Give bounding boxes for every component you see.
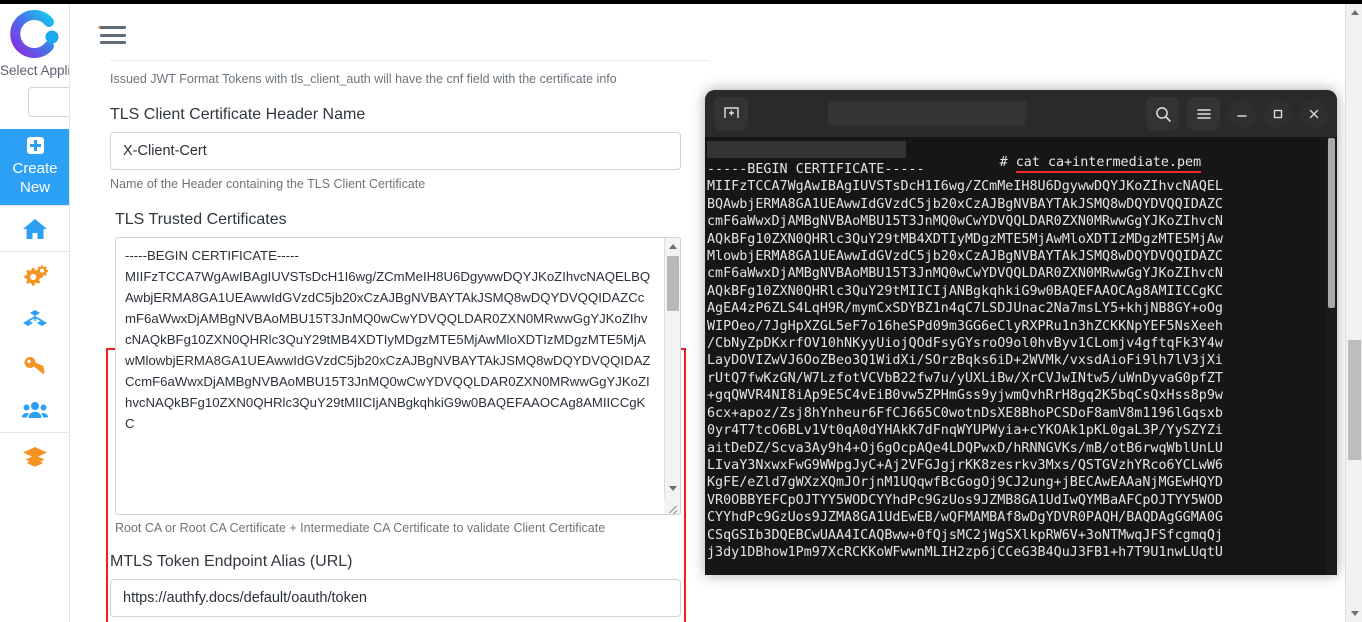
- page-scroll-down-arrow[interactable]: [1346, 605, 1362, 622]
- textarea-scroll-thumb[interactable]: [667, 256, 679, 311]
- terminal-output: -----BEGIN CERTIFICATE----- MIIFzTCCA7WgA…: [707, 161, 1337, 561]
- terminal-output-line: rUtQ7fwKzGN/W7LzfotVCVbB22fw7u/yUXLiBw/X…: [707, 370, 1223, 386]
- terminal-output-line: AQkBFg10ZXN0QHRlc3QuY29tMIICIjANBgkqhkiG…: [707, 283, 1223, 299]
- textarea-scrollbar[interactable]: [664, 238, 680, 514]
- terminal-output-line: cmF6aWwxDjAMBgNVBAoMBU15T3JnMQ0wCwYDVQQL…: [707, 266, 1223, 282]
- nav-group-home: [0, 206, 69, 251]
- terminal-output-line: 6cx+apoz/Zsj8hYnheur6FfCJ665C0wotnDsXE8B…: [707, 405, 1223, 421]
- terminal-prompt-row: # cat ca+intermediate.pem: [707, 140, 1337, 173]
- terminal-output-line: BQAwbjERMA8GA1UEAwwIdGVzdC5jb20xCzAJBgNV…: [707, 196, 1223, 212]
- trusted-certificates-field: -----BEGIN CERTIFICATE----- MIIFzTCCA7Wg…: [110, 237, 681, 515]
- left-sidebar: Select Application def Create New: [0, 4, 70, 622]
- terminal-output-line: VR0OBBYEFCpOJTYY5WODCYYhdPc9GzUos9JZMB8G…: [707, 492, 1223, 508]
- textarea-resize-grip[interactable]: [664, 498, 680, 514]
- terminal-output-line: WIPOeo/7JgHpXZGL5eF7o16heSPd09m3GG6eClyR…: [707, 318, 1223, 334]
- terminal-command: cat ca+intermediate.pem: [1015, 155, 1202, 173]
- terminal-scrollbar[interactable]: [1327, 137, 1336, 575]
- hamburger-menu[interactable]: [100, 26, 126, 44]
- trusted-certificates-textarea[interactable]: -----BEGIN CERTIFICATE----- MIIFzTCCA7Wg…: [115, 237, 681, 515]
- terminal-output-line: aitDeDZ/Scva3Ay9h4+Oj6gOcpAQe4LDQPwxD/hR…: [707, 440, 1223, 456]
- page-scrollbar[interactable]: [1345, 4, 1362, 622]
- page-scroll-thumb[interactable]: [1348, 340, 1361, 460]
- terminal-window[interactable]: # cat ca+intermediate.pem -----BEGIN CER…: [705, 90, 1337, 575]
- hamburger-icon[interactable]: [1187, 97, 1220, 130]
- select-application-label: Select Application: [0, 63, 70, 78]
- sidebar-item-tokens[interactable]: [0, 342, 69, 387]
- terminal-output-line: cmF6aWwxDjAMBgNVBAoMBU15T3JnMQ0wCwYDVQQL…: [707, 214, 1223, 230]
- terminal-output-line: MlowbjERMA8GA1UEAwwIdGVzdC5jb20xCzAJBgNV…: [707, 249, 1223, 265]
- trusted-certificates-group: TLS Trusted Certificates -----BEGIN CERT…: [106, 211, 710, 622]
- trusted-certificates-help: Root CA or Root CA Certificate + Interme…: [115, 521, 606, 535]
- terminal-output-line: KgFE/eZld7gWXzXQmJOrjnM1UQqwfBcGogOj9CJ2…: [707, 475, 1223, 491]
- screen-root: Select Application def Create New: [0, 0, 1362, 622]
- terminal-titlebar: [705, 90, 1337, 137]
- trusted-certificates-value: -----BEGIN CERTIFICATE----- MIIFzTCCA7Wg…: [125, 248, 651, 431]
- close-icon[interactable]: [1300, 99, 1328, 128]
- plus-icon: [26, 137, 44, 154]
- terminal-window-controls: [1146, 97, 1328, 130]
- app-logo[interactable]: [0, 4, 69, 60]
- terminal-title-redacted: [828, 101, 1026, 126]
- minimize-glyph: [1237, 114, 1247, 117]
- sidebar-item-home[interactable]: [0, 206, 69, 251]
- sidebar-item-users[interactable]: [0, 387, 69, 432]
- settings-form: Issued JWT Format Tokens with tls_client…: [106, 60, 710, 622]
- terminal-output-line: +gqQWVR4NI8iAp9E5C4vEiB0vw5ZPHmGss9yjwmQ…: [707, 388, 1223, 404]
- terminal-prompt-redaction: [707, 141, 906, 158]
- home-icon: [22, 218, 47, 239]
- terminal-output-line: /CbNyZpDKxrfOV10hNKyyUiojQOdFsyGYsroO9ol…: [707, 336, 1223, 352]
- terminal-command-line: # cat ca+intermediate.pem: [919, 140, 1202, 185]
- textarea-scroll-down-arrow[interactable]: [665, 480, 680, 496]
- terminal-body[interactable]: # cat ca+intermediate.pem -----BEGIN CER…: [705, 137, 1337, 575]
- minimize-icon[interactable]: [1228, 99, 1256, 128]
- hamburger-bar-1: [100, 26, 126, 29]
- page-scroll-up-arrow[interactable]: [1346, 4, 1362, 21]
- hamburger-bar-2: [100, 33, 126, 37]
- layers-icon: [22, 446, 47, 467]
- terminal-output-line: CSqGSIb3DQEBCwUAA4ICAQBww+0fQjsMC2jWgSXl…: [707, 527, 1223, 543]
- terminal-output-line: AQkBFg10ZXN0QHRlc3QuY29tMB4XDTIyMDgzMTE5…: [707, 231, 1223, 247]
- key-icon: [24, 356, 45, 374]
- mtls-alias-input[interactable]: [110, 579, 681, 617]
- sidebar-item-data-sources[interactable]: [0, 433, 69, 478]
- gears-icon: [23, 264, 48, 286]
- sidebar-item-settings[interactable]: [0, 252, 69, 297]
- application-dropdown[interactable]: def: [28, 87, 69, 117]
- textarea-scroll-up-arrow[interactable]: [665, 238, 680, 254]
- terminal-scroll-thumb[interactable]: [1328, 138, 1335, 308]
- tls-header-name-input[interactable]: [110, 132, 681, 170]
- maximize-glyph: [1273, 109, 1283, 118]
- hamburger-bar-3: [100, 41, 126, 44]
- nav-group-config: [0, 252, 69, 432]
- search-icon[interactable]: [1146, 97, 1179, 130]
- tls-header-name-label: TLS Client Certificate Header Name: [110, 106, 366, 123]
- maximize-icon[interactable]: [1264, 99, 1292, 128]
- nav-group-data: [0, 433, 69, 478]
- trusted-certificates-label: TLS Trusted Certificates: [115, 211, 287, 228]
- cubes-icon: [22, 309, 47, 326]
- prompt-symbol: #: [999, 155, 1008, 170]
- create-new-label-line1: Create: [12, 160, 58, 177]
- sidebar-item-services[interactable]: [0, 297, 69, 342]
- new-tab-glyph: [723, 107, 739, 118]
- terminal-output-line: LIvaY3NxwxFwG9WWpgJyC+Aj2VFGJgjrKK8zesrk…: [707, 457, 1223, 473]
- terminal-output-line: AgEA4zP6ZLS4LqH9R/mymCxSDYBZ1n4qC7LSDJUn…: [707, 301, 1223, 317]
- terminal-output-line: CYYhdPc9GzUos9JZMA8GA1UdEwEB/wQFMAMBAf8w…: [707, 510, 1223, 526]
- terminal-output-line: 0yr4T7tcO6BLv1Vt0qA0dYHAkK7dFnqWYUPWyia+…: [707, 423, 1223, 439]
- tls-header-name-help: Name of the Header containing the TLS Cl…: [110, 177, 426, 191]
- new-tab-icon[interactable]: [714, 97, 748, 130]
- search-glyph: [1155, 106, 1171, 122]
- curity-logo-icon: [9, 10, 58, 58]
- close-glyph: [1309, 109, 1319, 118]
- mtls-alias-label: MTLS Token Endpoint Alias (URL): [110, 553, 353, 570]
- hamburger-glyph: [1196, 108, 1211, 119]
- terminal-output-line: j3dy1DBhow1Pm97XcRCKKoWFwwnMLIH2zp6jCCeG…: [707, 544, 1223, 560]
- create-new-label-line2: New: [19, 179, 50, 196]
- terminal-output-line: LayDOVIZwVJ6OoZBeo3Q1WidXi/SOrzBqks6iD+2…: [707, 353, 1223, 369]
- create-new-button[interactable]: Create New: [0, 129, 69, 205]
- top-hint-text: Issued JWT Format Tokens with tls_client…: [110, 60, 710, 88]
- users-icon: [21, 401, 48, 418]
